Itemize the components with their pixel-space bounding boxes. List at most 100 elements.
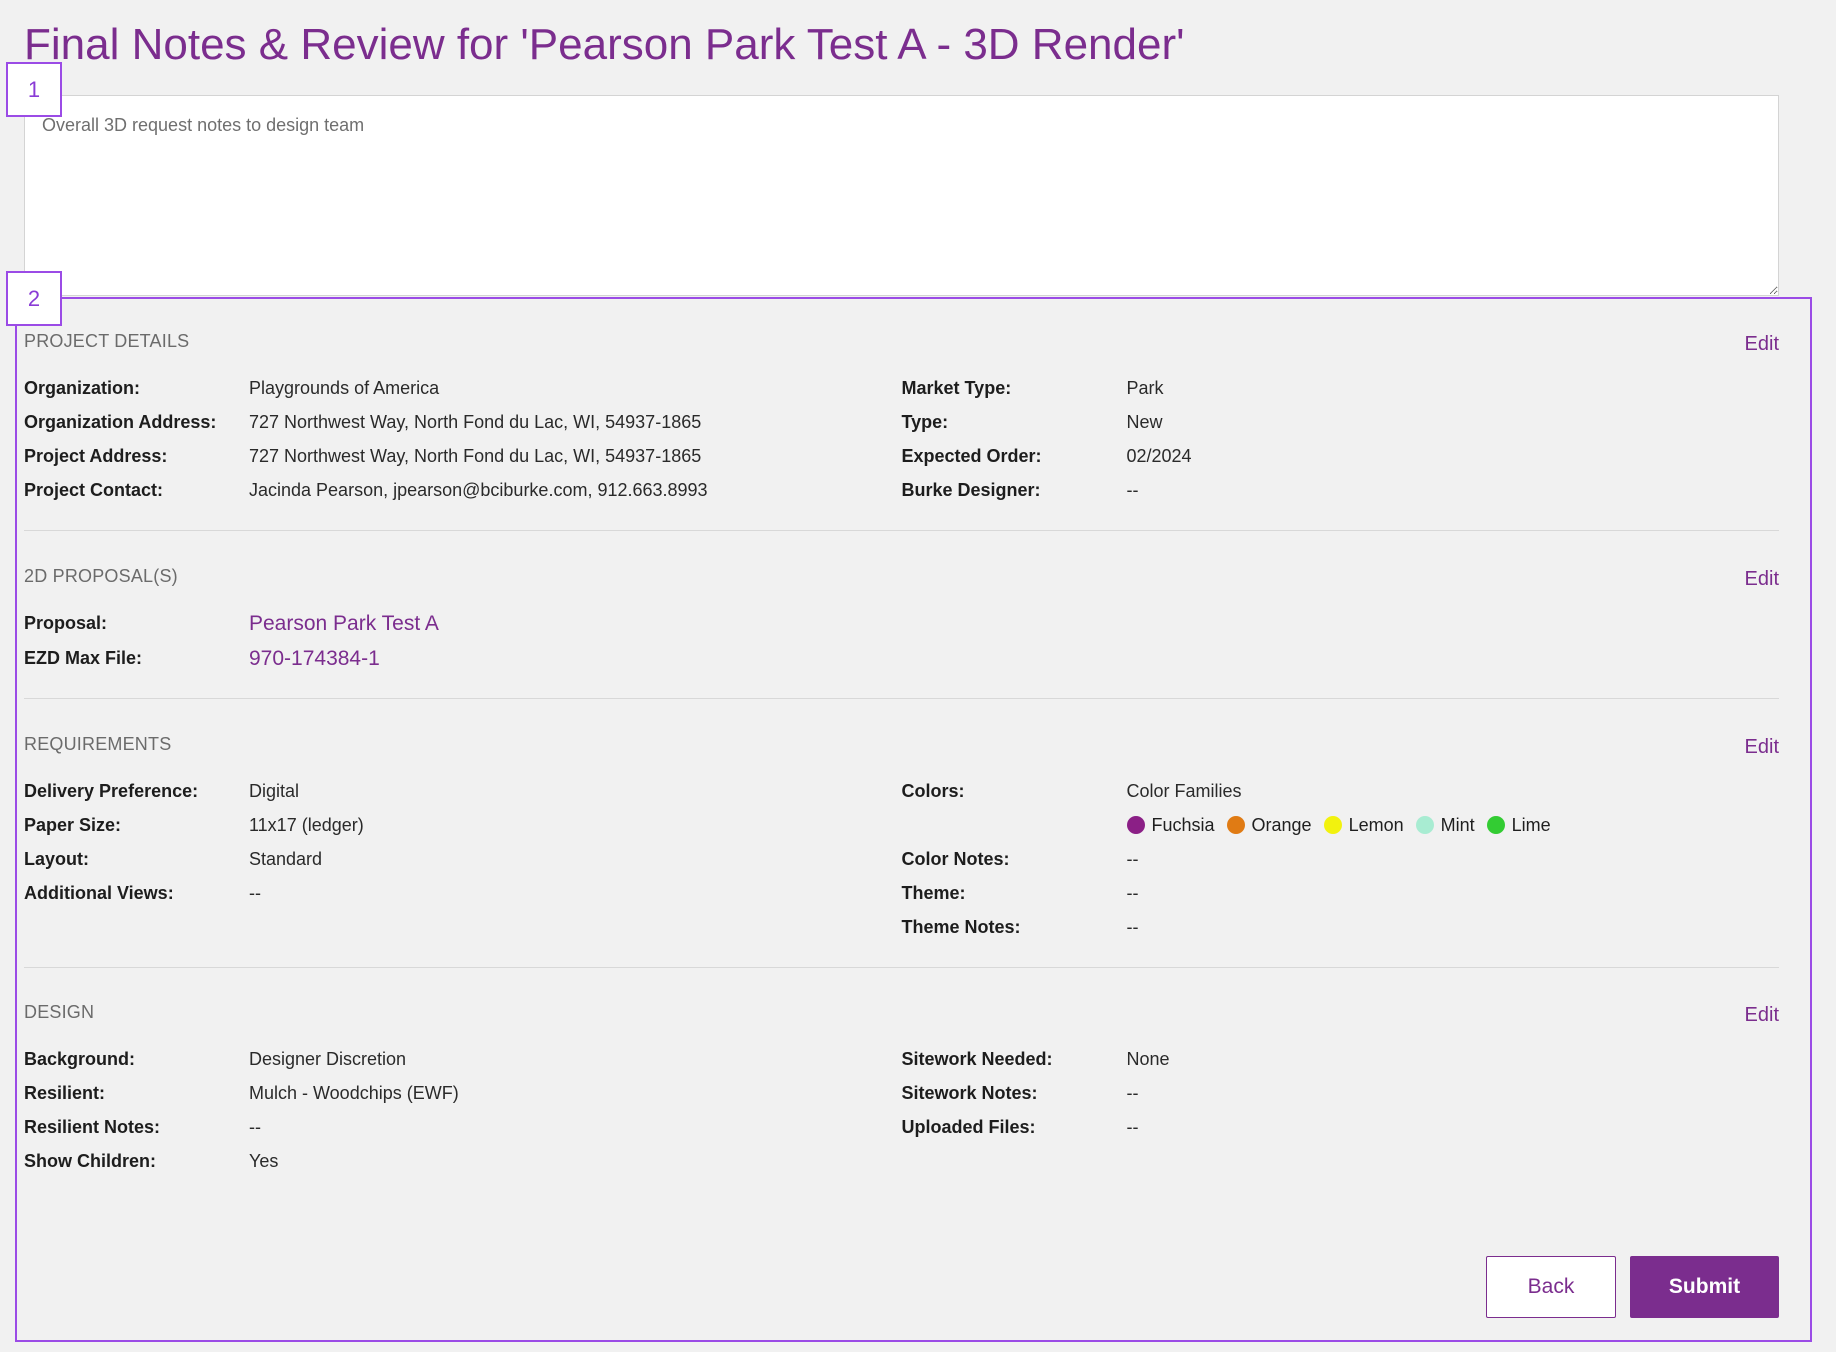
section-divider bbox=[24, 698, 1779, 699]
detail-row: Theme Notes: -- bbox=[902, 910, 1780, 944]
detail-value: Color Families bbox=[1126, 780, 1242, 801]
detail-value: -- bbox=[249, 882, 261, 903]
color-swatch: Fuchsia bbox=[1126, 815, 1215, 836]
detail-row: Expected Order: 02/2024 bbox=[902, 439, 1780, 473]
color-swatch: Mint bbox=[1415, 815, 1475, 836]
detail-value: -- bbox=[1126, 1116, 1139, 1137]
lemon-dot-icon bbox=[1323, 816, 1342, 834]
detail-row: Uploaded Files: -- bbox=[902, 1110, 1780, 1144]
fuchsia-dot-icon bbox=[1126, 816, 1145, 834]
detail-value: Park bbox=[1126, 377, 1164, 398]
detail-label: Background: bbox=[24, 1048, 136, 1069]
detail-value: Mulch - Woodchips (EWF) bbox=[249, 1082, 459, 1103]
color-swatch: Orange bbox=[1226, 815, 1312, 836]
detail-value: 02/2024 bbox=[1126, 445, 1192, 466]
detail-label: Show Children: bbox=[24, 1150, 156, 1171]
detail-value: -- bbox=[1126, 479, 1139, 500]
detail-label: Additional Views: bbox=[24, 882, 174, 903]
detail-value: -- bbox=[1126, 848, 1139, 869]
detail-label: Sitework Notes: bbox=[901, 1082, 1038, 1103]
annotation-marker-1: 1 bbox=[6, 62, 62, 117]
detail-value: 11x17 (ledger) bbox=[249, 814, 364, 835]
detail-value: Standard bbox=[249, 848, 323, 869]
detail-label: Colors: bbox=[901, 780, 965, 801]
submit-button[interactable]: Submit bbox=[1630, 1256, 1779, 1318]
detail-value: Yes bbox=[249, 1150, 279, 1171]
detail-label: Delivery Preference: bbox=[24, 780, 199, 801]
detail-row: Additional Views: -- bbox=[24, 876, 902, 910]
color-swatches: Fuchsia Orange Lemon Mint Lime bbox=[1126, 815, 1563, 836]
detail-label: Market Type: bbox=[901, 377, 1012, 398]
detail-value: Designer Discretion bbox=[249, 1048, 407, 1069]
detail-row: Sitework Needed: None bbox=[902, 1042, 1780, 1076]
detail-row: Proposal: Pearson Park Test A bbox=[24, 606, 909, 641]
detail-value: -- bbox=[249, 1116, 261, 1137]
detail-label: Layout: bbox=[24, 848, 89, 869]
detail-value: New bbox=[1126, 411, 1163, 432]
orange-dot-icon bbox=[1226, 816, 1245, 834]
detail-row: Color Notes: -- bbox=[902, 842, 1780, 876]
detail-row: Resilient: Mulch - Woodchips (EWF) bbox=[24, 1076, 902, 1110]
detail-value: Playgrounds of America bbox=[249, 377, 440, 398]
section-divider bbox=[24, 967, 1779, 968]
detail-label: Paper Size: bbox=[24, 814, 122, 835]
notes-textarea[interactable] bbox=[24, 95, 1779, 296]
detail-label: Project Contact: bbox=[24, 479, 164, 500]
detail-label: Resilient: bbox=[24, 1082, 106, 1103]
proposals-section: 2D PROPOSAL(S) Edit Proposal: Pearson Par… bbox=[24, 566, 1779, 676]
detail-row: Show Children: Yes bbox=[24, 1144, 902, 1178]
section-title: REQUIREMENTS bbox=[24, 734, 172, 754]
detail-row: Burke Designer: -- bbox=[902, 473, 1780, 507]
detail-row: Sitework Notes: -- bbox=[902, 1076, 1780, 1110]
detail-label: Expected Order: bbox=[901, 445, 1042, 466]
detail-value: -- bbox=[1126, 916, 1139, 937]
requirements-section: REQUIREMENTS Edit Delivery Preference: Di… bbox=[24, 734, 1779, 944]
section-divider bbox=[24, 530, 1779, 531]
detail-label: Color Notes: bbox=[901, 848, 1010, 869]
detail-value: None bbox=[1126, 1048, 1170, 1069]
detail-row: Organization: Playgrounds of America bbox=[24, 371, 902, 405]
detail-label: Resilient Notes: bbox=[24, 1116, 161, 1137]
back-button[interactable]: Back bbox=[1486, 1256, 1616, 1318]
detail-value: -- bbox=[1126, 1082, 1139, 1103]
detail-label: Project Address: bbox=[24, 445, 168, 466]
detail-value: Digital bbox=[249, 780, 300, 801]
detail-value: -- bbox=[1126, 882, 1139, 903]
section-title: DESIGN bbox=[24, 1002, 95, 1022]
edit-project-details-link[interactable]: Edit bbox=[1745, 333, 1779, 356]
detail-label: Theme: bbox=[901, 882, 966, 903]
detail-label: Theme Notes: bbox=[901, 916, 1021, 937]
detail-label: Type: bbox=[901, 411, 949, 432]
edit-requirements-link[interactable]: Edit bbox=[1745, 736, 1779, 759]
mint-dot-icon bbox=[1415, 816, 1434, 834]
project-details-section: PROJECT DETAILS Edit Organization: Playgr… bbox=[24, 331, 1779, 507]
section-title: 2D PROPOSAL(S) bbox=[24, 566, 178, 586]
detail-row: Project Contact: Jacinda Pearson, jpearso… bbox=[24, 473, 902, 507]
detail-row: Colors: Color Families bbox=[902, 774, 1780, 808]
detail-row: Background: Designer Discretion bbox=[24, 1042, 902, 1076]
proposal-link[interactable]: Pearson Park Test A bbox=[249, 612, 439, 636]
edit-design-link[interactable]: Edit bbox=[1745, 1004, 1779, 1027]
detail-label: Uploaded Files: bbox=[901, 1116, 1036, 1137]
detail-value: 727 Northwest Way, North Fond du Lac, WI… bbox=[249, 445, 702, 466]
section-title: PROJECT DETAILS bbox=[24, 331, 190, 351]
detail-label: EZD Max File: bbox=[24, 648, 143, 668]
color-swatch: Lime bbox=[1486, 815, 1551, 836]
design-section: DESIGN Edit Background: Designer Discreti… bbox=[24, 1002, 1779, 1178]
detail-row: EZD Max File: 970-174384-1 bbox=[24, 641, 909, 676]
detail-row: Resilient Notes: -- bbox=[24, 1110, 902, 1144]
lime-dot-icon bbox=[1486, 816, 1505, 834]
ezd-max-file-link[interactable]: 970-174384-1 bbox=[249, 647, 380, 671]
detail-row: Theme: -- bbox=[902, 876, 1780, 910]
detail-row: Project Address: 727 Northwest Way, North… bbox=[24, 439, 902, 473]
detail-label: Organization Address: bbox=[24, 411, 217, 432]
detail-label: Sitework Needed: bbox=[901, 1048, 1053, 1069]
color-swatch: Lemon bbox=[1323, 815, 1404, 836]
detail-row: Type: New bbox=[902, 405, 1780, 439]
edit-proposals-link[interactable]: Edit bbox=[1745, 568, 1779, 591]
detail-label: Proposal: bbox=[24, 613, 108, 633]
detail-row: Paper Size: 11x17 (ledger) bbox=[24, 808, 902, 842]
detail-value: Jacinda Pearson, jpearson@bciburke.com, … bbox=[249, 479, 708, 500]
detail-value: 727 Northwest Way, North Fond du Lac, WI… bbox=[249, 411, 702, 432]
detail-row: Market Type: Park bbox=[902, 371, 1780, 405]
